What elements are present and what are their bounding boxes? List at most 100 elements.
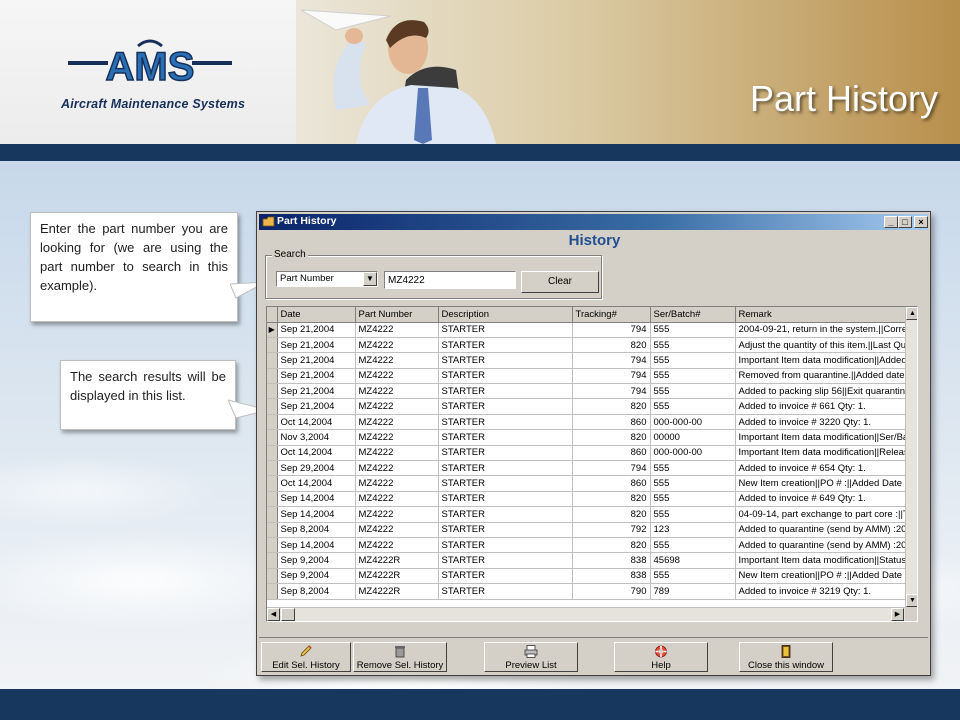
cell-part-number[interactable]: MZ4222 (355, 460, 439, 477)
cell-remark[interactable]: Added to invoice # 3220 Qty: 1. (735, 414, 908, 431)
maximize-button[interactable]: □ (898, 216, 912, 228)
cell-description[interactable]: STARTER (438, 368, 573, 385)
table-row[interactable]: Sep 8,2004 MZ4222 STARTER 792 123 Added to qu… (267, 522, 908, 538)
row-indicator[interactable] (267, 583, 278, 600)
vertical-scrollbar[interactable]: ▲ ▼ (905, 307, 917, 607)
cell-date[interactable]: Sep 21,2004 (277, 322, 356, 338)
cell-tracking[interactable]: 860 (572, 475, 651, 492)
cell-remark[interactable]: Added to packing slip 56||Exit quarantin… (735, 383, 908, 400)
cell-ser-batch[interactable]: 555 (650, 368, 736, 385)
horizontal-scrollbar[interactable]: ◀ ▶ (267, 607, 905, 621)
table-row[interactable]: Sep 21,2004 MZ4222 STARTER 794 555 Important … (267, 352, 908, 369)
table-row[interactable]: Sep 21,2004 MZ4222 STARTER 794 555 Added to p… (267, 383, 908, 400)
cell-date[interactable]: Sep 21,2004 (277, 398, 356, 415)
cell-ser-batch[interactable]: 000-000-00 (650, 445, 736, 462)
cell-description[interactable]: STARTER (438, 429, 573, 446)
row-indicator[interactable] (267, 429, 278, 446)
cell-part-number[interactable]: MZ4222 (355, 522, 439, 538)
scroll-left-icon[interactable]: ◀ (267, 608, 280, 621)
row-indicator[interactable] (267, 368, 278, 385)
cell-remark[interactable]: Added to quarantine (send by AMM) :200 (735, 537, 908, 554)
cell-ser-batch[interactable]: 45698 (650, 552, 736, 569)
cell-remark[interactable]: New Item creation||PO # :||Added Date : (735, 568, 908, 585)
cell-part-number[interactable]: MZ4222 (355, 537, 439, 554)
cell-remark[interactable]: 04-09-14, part exchange to part core :||… (735, 506, 908, 523)
cell-date[interactable]: Nov 3,2004 (277, 429, 356, 446)
cell-ser-batch[interactable]: 555 (650, 337, 736, 354)
cell-remark[interactable]: Important Item data modification||Status (735, 552, 908, 569)
chevron-down-icon[interactable]: ▼ (363, 272, 377, 286)
cell-tracking[interactable]: 794 (572, 383, 651, 400)
cell-part-number[interactable]: MZ4222 (355, 352, 439, 369)
cell-description[interactable]: STARTER (438, 475, 573, 492)
cell-ser-batch[interactable]: 555 (650, 506, 736, 523)
row-indicator[interactable] (267, 445, 278, 462)
cell-description[interactable]: STARTER (438, 568, 573, 585)
row-indicator[interactable] (267, 552, 278, 569)
row-indicator[interactable] (267, 537, 278, 554)
cell-date[interactable]: Sep 14,2004 (277, 491, 356, 508)
cell-ser-batch[interactable]: 555 (650, 568, 736, 585)
cell-tracking[interactable]: 792 (572, 522, 651, 538)
cell-ser-batch[interactable]: 555 (650, 383, 736, 400)
cell-tracking[interactable]: 820 (572, 429, 651, 446)
table-row[interactable]: ▶ Sep 21,2004 MZ4222 STARTER 794 555 2004-09-2… (267, 322, 908, 338)
cell-part-number[interactable]: MZ4222 (355, 506, 439, 523)
cell-tracking[interactable]: 790 (572, 583, 651, 600)
minimize-button[interactable]: _ (884, 216, 898, 228)
cell-ser-batch[interactable]: 555 (650, 491, 736, 508)
column-header-remark[interactable]: Remark (735, 307, 908, 323)
cell-part-number[interactable]: MZ4222R (355, 568, 439, 585)
cell-description[interactable]: STARTER (438, 537, 573, 554)
table-row[interactable]: Sep 8,2004 MZ4222R STARTER 790 789 Added to i… (267, 583, 908, 600)
search-input[interactable] (384, 271, 516, 289)
cell-date[interactable]: Sep 14,2004 (277, 537, 356, 554)
row-indicator[interactable] (267, 337, 278, 354)
cell-date[interactable]: Sep 8,2004 (277, 522, 356, 538)
cell-description[interactable]: STARTER (438, 522, 573, 538)
cell-remark[interactable]: Removed from quarantine.||Added date : (735, 368, 908, 385)
cell-description[interactable]: STARTER (438, 445, 573, 462)
help-button[interactable]: Help (614, 642, 708, 672)
cell-description[interactable]: STARTER (438, 506, 573, 523)
cell-part-number[interactable]: MZ4222 (355, 475, 439, 492)
cell-ser-batch[interactable]: 00000 (650, 429, 736, 446)
row-indicator[interactable] (267, 491, 278, 508)
table-row[interactable]: Oct 14,2004 MZ4222 STARTER 860 555 New Item c… (267, 475, 908, 492)
clear-button[interactable]: Clear (521, 271, 599, 293)
cell-date[interactable]: Sep 21,2004 (277, 352, 356, 369)
horizontal-scroll-thumb[interactable] (281, 608, 295, 621)
table-row[interactable]: Sep 21,2004 MZ4222 STARTER 794 555 Removed fr… (267, 368, 908, 385)
cell-description[interactable]: STARTER (438, 337, 573, 354)
row-indicator[interactable] (267, 460, 278, 477)
cell-ser-batch[interactable]: 555 (650, 537, 736, 554)
cell-part-number[interactable]: MZ4222R (355, 583, 439, 600)
scroll-right-icon[interactable]: ▶ (891, 608, 904, 621)
table-row[interactable]: Oct 14,2004 MZ4222 STARTER 860 000-000-00 Add… (267, 414, 908, 431)
cell-remark[interactable]: Important Item data modification||Ser/Ba (735, 429, 908, 446)
row-indicator[interactable] (267, 398, 278, 415)
cell-ser-batch[interactable]: 555 (650, 322, 736, 338)
edit-history-button[interactable]: Edit Sel. History (261, 642, 351, 672)
cell-date[interactable]: Sep 29,2004 (277, 460, 356, 477)
cell-remark[interactable]: Added to invoice # 649 Qty: 1. (735, 491, 908, 508)
table-row[interactable]: Sep 9,2004 MZ4222R STARTER 838 45698 Importan… (267, 552, 908, 569)
cell-date[interactable]: Sep 8,2004 (277, 583, 356, 600)
cell-part-number[interactable]: MZ4222 (355, 491, 439, 508)
table-row[interactable]: Sep 14,2004 MZ4222 STARTER 820 555 Added to q… (267, 537, 908, 554)
cell-date[interactable]: Sep 9,2004 (277, 568, 356, 585)
table-row[interactable]: Sep 21,2004 MZ4222 STARTER 820 555 Added to i… (267, 398, 908, 415)
cell-tracking[interactable]: 794 (572, 352, 651, 369)
cell-description[interactable]: STARTER (438, 460, 573, 477)
cell-tracking[interactable]: 820 (572, 537, 651, 554)
cell-remark[interactable]: New Item creation||PO # :||Added Date : (735, 475, 908, 492)
cell-tracking[interactable]: 860 (572, 445, 651, 462)
cell-description[interactable]: STARTER (438, 583, 573, 600)
cell-description[interactable]: STARTER (438, 398, 573, 415)
row-indicator[interactable] (267, 475, 278, 492)
table-row[interactable]: Sep 9,2004 MZ4222R STARTER 838 555 New Item c… (267, 568, 908, 585)
cell-ser-batch[interactable]: 555 (650, 352, 736, 369)
column-header-part-number[interactable]: Part Number (355, 307, 439, 323)
cell-part-number[interactable]: MZ4222R (355, 552, 439, 569)
cell-date[interactable]: Oct 14,2004 (277, 445, 356, 462)
